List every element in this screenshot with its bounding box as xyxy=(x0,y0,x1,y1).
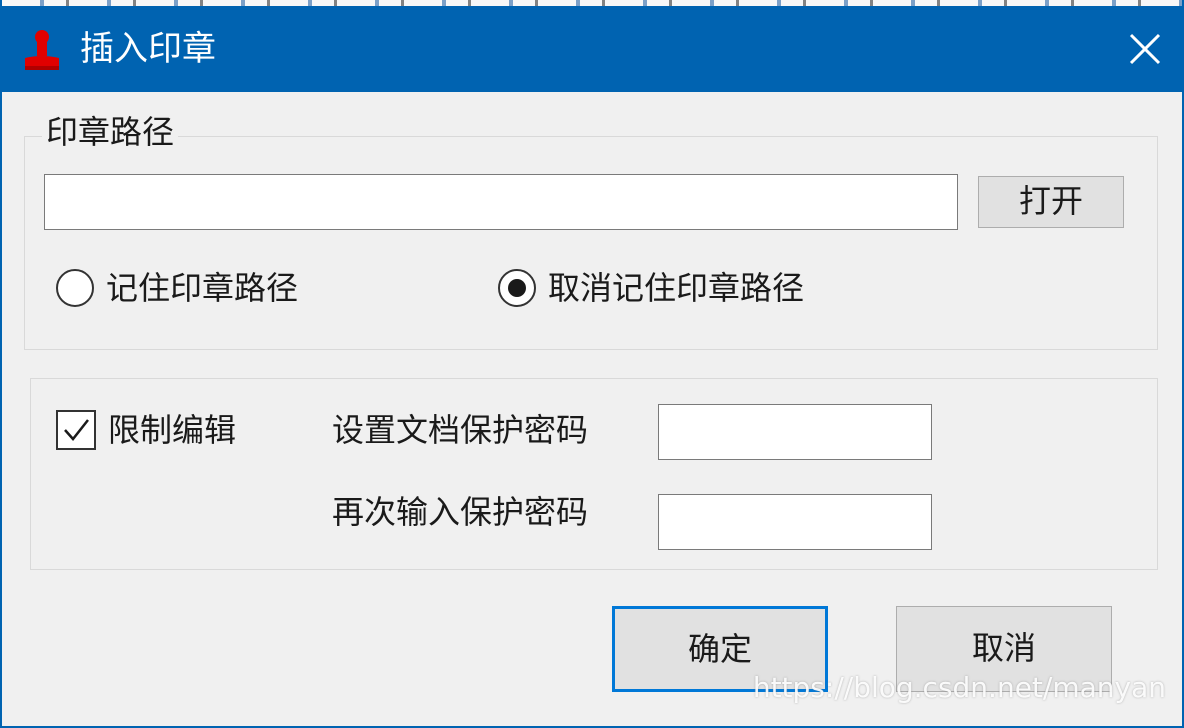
insert-seal-dialog: 插入印章 印章路径 打开 记住印章路径 取消记住印章路径 限制编辑 设置文档保护… xyxy=(0,0,1184,728)
title-bar[interactable]: 插入印章 xyxy=(2,6,1182,92)
seal-path-input[interactable] xyxy=(44,174,958,230)
set-password-input[interactable] xyxy=(658,404,932,460)
radio-remember-path[interactable]: 记住印章路径 xyxy=(56,266,298,310)
confirm-password-input[interactable] xyxy=(658,494,932,550)
seal-path-legend: 印章路径 xyxy=(42,110,179,154)
dialog-title: 插入印章 xyxy=(80,29,216,69)
seal-icon xyxy=(25,30,59,70)
radio-forget-label: 取消记住印章路径 xyxy=(548,269,805,307)
radio-button-checked[interactable] xyxy=(498,269,536,307)
close-icon[interactable] xyxy=(1122,26,1168,72)
restrict-edit-label: 限制编辑 xyxy=(108,411,237,449)
restrict-edit-checkbox[interactable]: 限制编辑 xyxy=(56,408,236,452)
radio-remember-label: 记住印章路径 xyxy=(106,269,299,307)
watermark-text: https://blog.csdn.net/manyan xyxy=(752,671,1166,704)
radio-button-unchecked[interactable] xyxy=(56,269,94,307)
open-button[interactable]: 打开 xyxy=(978,176,1124,228)
seal-path-group xyxy=(24,136,1158,350)
protection-group xyxy=(30,378,1158,570)
radio-forget-path[interactable]: 取消记住印章路径 xyxy=(498,266,804,310)
confirm-password-label: 再次输入保护密码 xyxy=(332,493,589,531)
set-password-label: 设置文档保护密码 xyxy=(332,411,589,449)
checkbox-checked[interactable] xyxy=(56,410,96,450)
checkmark-icon xyxy=(64,419,89,441)
